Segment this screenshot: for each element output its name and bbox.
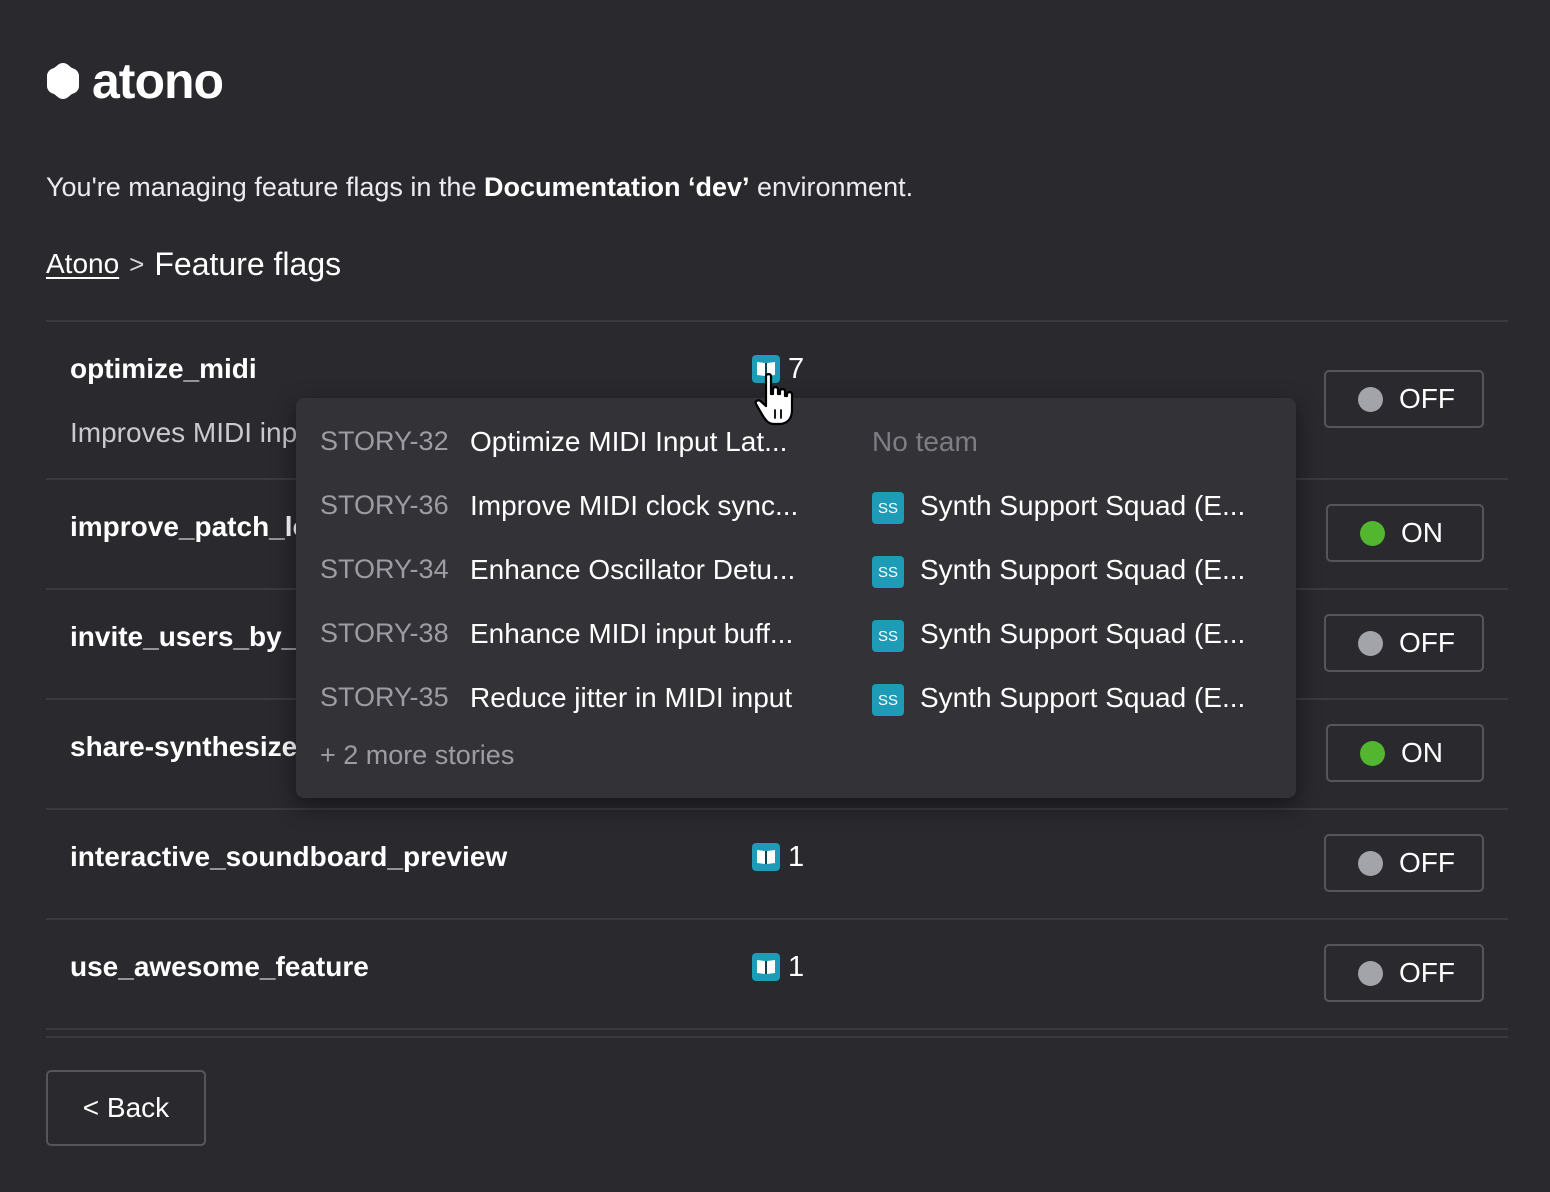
- breadcrumb-separator: >: [129, 248, 145, 279]
- flag-name: optimize_midi: [70, 353, 257, 384]
- toggle-state: OFF: [1399, 383, 1455, 414]
- flag-name: interactive_soundboard_preview: [70, 841, 508, 872]
- story-team: No team: [872, 426, 978, 457]
- book-icon: [752, 843, 780, 871]
- back-button[interactable]: < Back: [46, 1070, 206, 1146]
- story-count-value: 1: [788, 840, 805, 873]
- flag-toggle[interactable]: OFF: [1324, 614, 1484, 672]
- flag-toggle[interactable]: OFF: [1324, 944, 1484, 1002]
- environment-name: Documentation ‘dev’: [483, 172, 750, 202]
- story-team: Synth Support Squad (E...: [920, 618, 1246, 649]
- flag-name: share-synthesize: [70, 731, 298, 762]
- linked-stories-popover: STORY-32 Optimize MIDI Input Lat... No t…: [296, 398, 1296, 798]
- more-stories-link[interactable]: + 2 more stories: [320, 740, 514, 771]
- flag-description: Improves MIDI inp: [70, 417, 298, 448]
- flag-toggle[interactable]: OFF: [1324, 370, 1484, 428]
- hand-pointer-cursor-icon: [754, 373, 794, 426]
- toggle-state: ON: [1401, 737, 1443, 768]
- story-title: Enhance MIDI input buff...: [470, 618, 794, 649]
- story-title: Improve MIDI clock sync...: [470, 490, 799, 521]
- flag-toggle[interactable]: OFF: [1324, 834, 1484, 892]
- atono-logo: atono: [46, 53, 224, 109]
- team-avatar: SS: [872, 556, 904, 588]
- story-row[interactable]: STORY-36 Improve MIDI clock sync... SS S…: [296, 484, 1296, 528]
- toggle-indicator: [1358, 960, 1383, 986]
- story-team: Synth Support Squad (E...: [920, 554, 1246, 585]
- story-title: Reduce jitter in MIDI input: [470, 682, 793, 713]
- toggle-state: OFF: [1399, 627, 1455, 658]
- story-count[interactable]: 1: [752, 840, 804, 874]
- toggle-state: OFF: [1399, 957, 1455, 988]
- toggle-state: OFF: [1399, 847, 1455, 878]
- flag-toggle[interactable]: ON: [1326, 724, 1484, 782]
- flag-row: use_awesome_feature 1 OFF: [46, 920, 1508, 1030]
- story-row[interactable]: STORY-34 Enhance Oscillator Detu... SS S…: [296, 548, 1296, 592]
- toggle-indicator: [1360, 740, 1385, 766]
- story-id: STORY-36: [320, 490, 449, 520]
- story-team: Synth Support Squad (E...: [920, 682, 1246, 713]
- environment-notice: You're managing feature flags in the Doc…: [46, 170, 913, 204]
- flag-name: improve_patch_lo: [70, 511, 310, 542]
- book-icon: [752, 953, 780, 981]
- story-id: STORY-38: [320, 618, 449, 648]
- story-id: STORY-34: [320, 554, 449, 584]
- atono-logo-icon: [47, 63, 79, 99]
- flag-name: invite_users_by_e: [70, 621, 313, 652]
- toggle-indicator: [1358, 630, 1383, 656]
- team-avatar: SS: [872, 684, 904, 716]
- story-row[interactable]: STORY-35 Reduce jitter in MIDI input SS …: [296, 676, 1296, 720]
- story-id: STORY-35: [320, 682, 449, 712]
- footer-divider: [46, 1036, 1508, 1038]
- story-title: Enhance Oscillator Detu...: [470, 554, 796, 585]
- flag-row: interactive_soundboard_preview 1 OFF: [46, 810, 1508, 920]
- page-title: Feature flags: [154, 245, 342, 282]
- story-title: Optimize MIDI Input Lat...: [470, 426, 788, 457]
- flag-toggle[interactable]: ON: [1326, 504, 1484, 562]
- brand-name: atono: [92, 53, 224, 109]
- team-avatar: SS: [872, 620, 904, 652]
- environment-suffix: environment.: [749, 172, 914, 202]
- environment-prefix: You're managing feature flags in the: [46, 172, 484, 202]
- breadcrumb: Atono > Feature flags: [46, 244, 341, 284]
- story-count-value: 1: [788, 950, 805, 983]
- team-avatar: SS: [872, 492, 904, 524]
- story-row[interactable]: STORY-38 Enhance MIDI input buff... SS S…: [296, 612, 1296, 656]
- story-id: STORY-32: [320, 426, 449, 456]
- story-count[interactable]: 1: [752, 950, 804, 984]
- toggle-indicator: [1360, 520, 1385, 546]
- flag-name: use_awesome_feature: [70, 951, 369, 982]
- toggle-indicator: [1358, 850, 1383, 876]
- story-team: Synth Support Squad (E...: [920, 490, 1246, 521]
- breadcrumb-root-link[interactable]: Atono: [46, 248, 119, 280]
- toggle-state: ON: [1401, 517, 1443, 548]
- toggle-indicator: [1358, 386, 1383, 412]
